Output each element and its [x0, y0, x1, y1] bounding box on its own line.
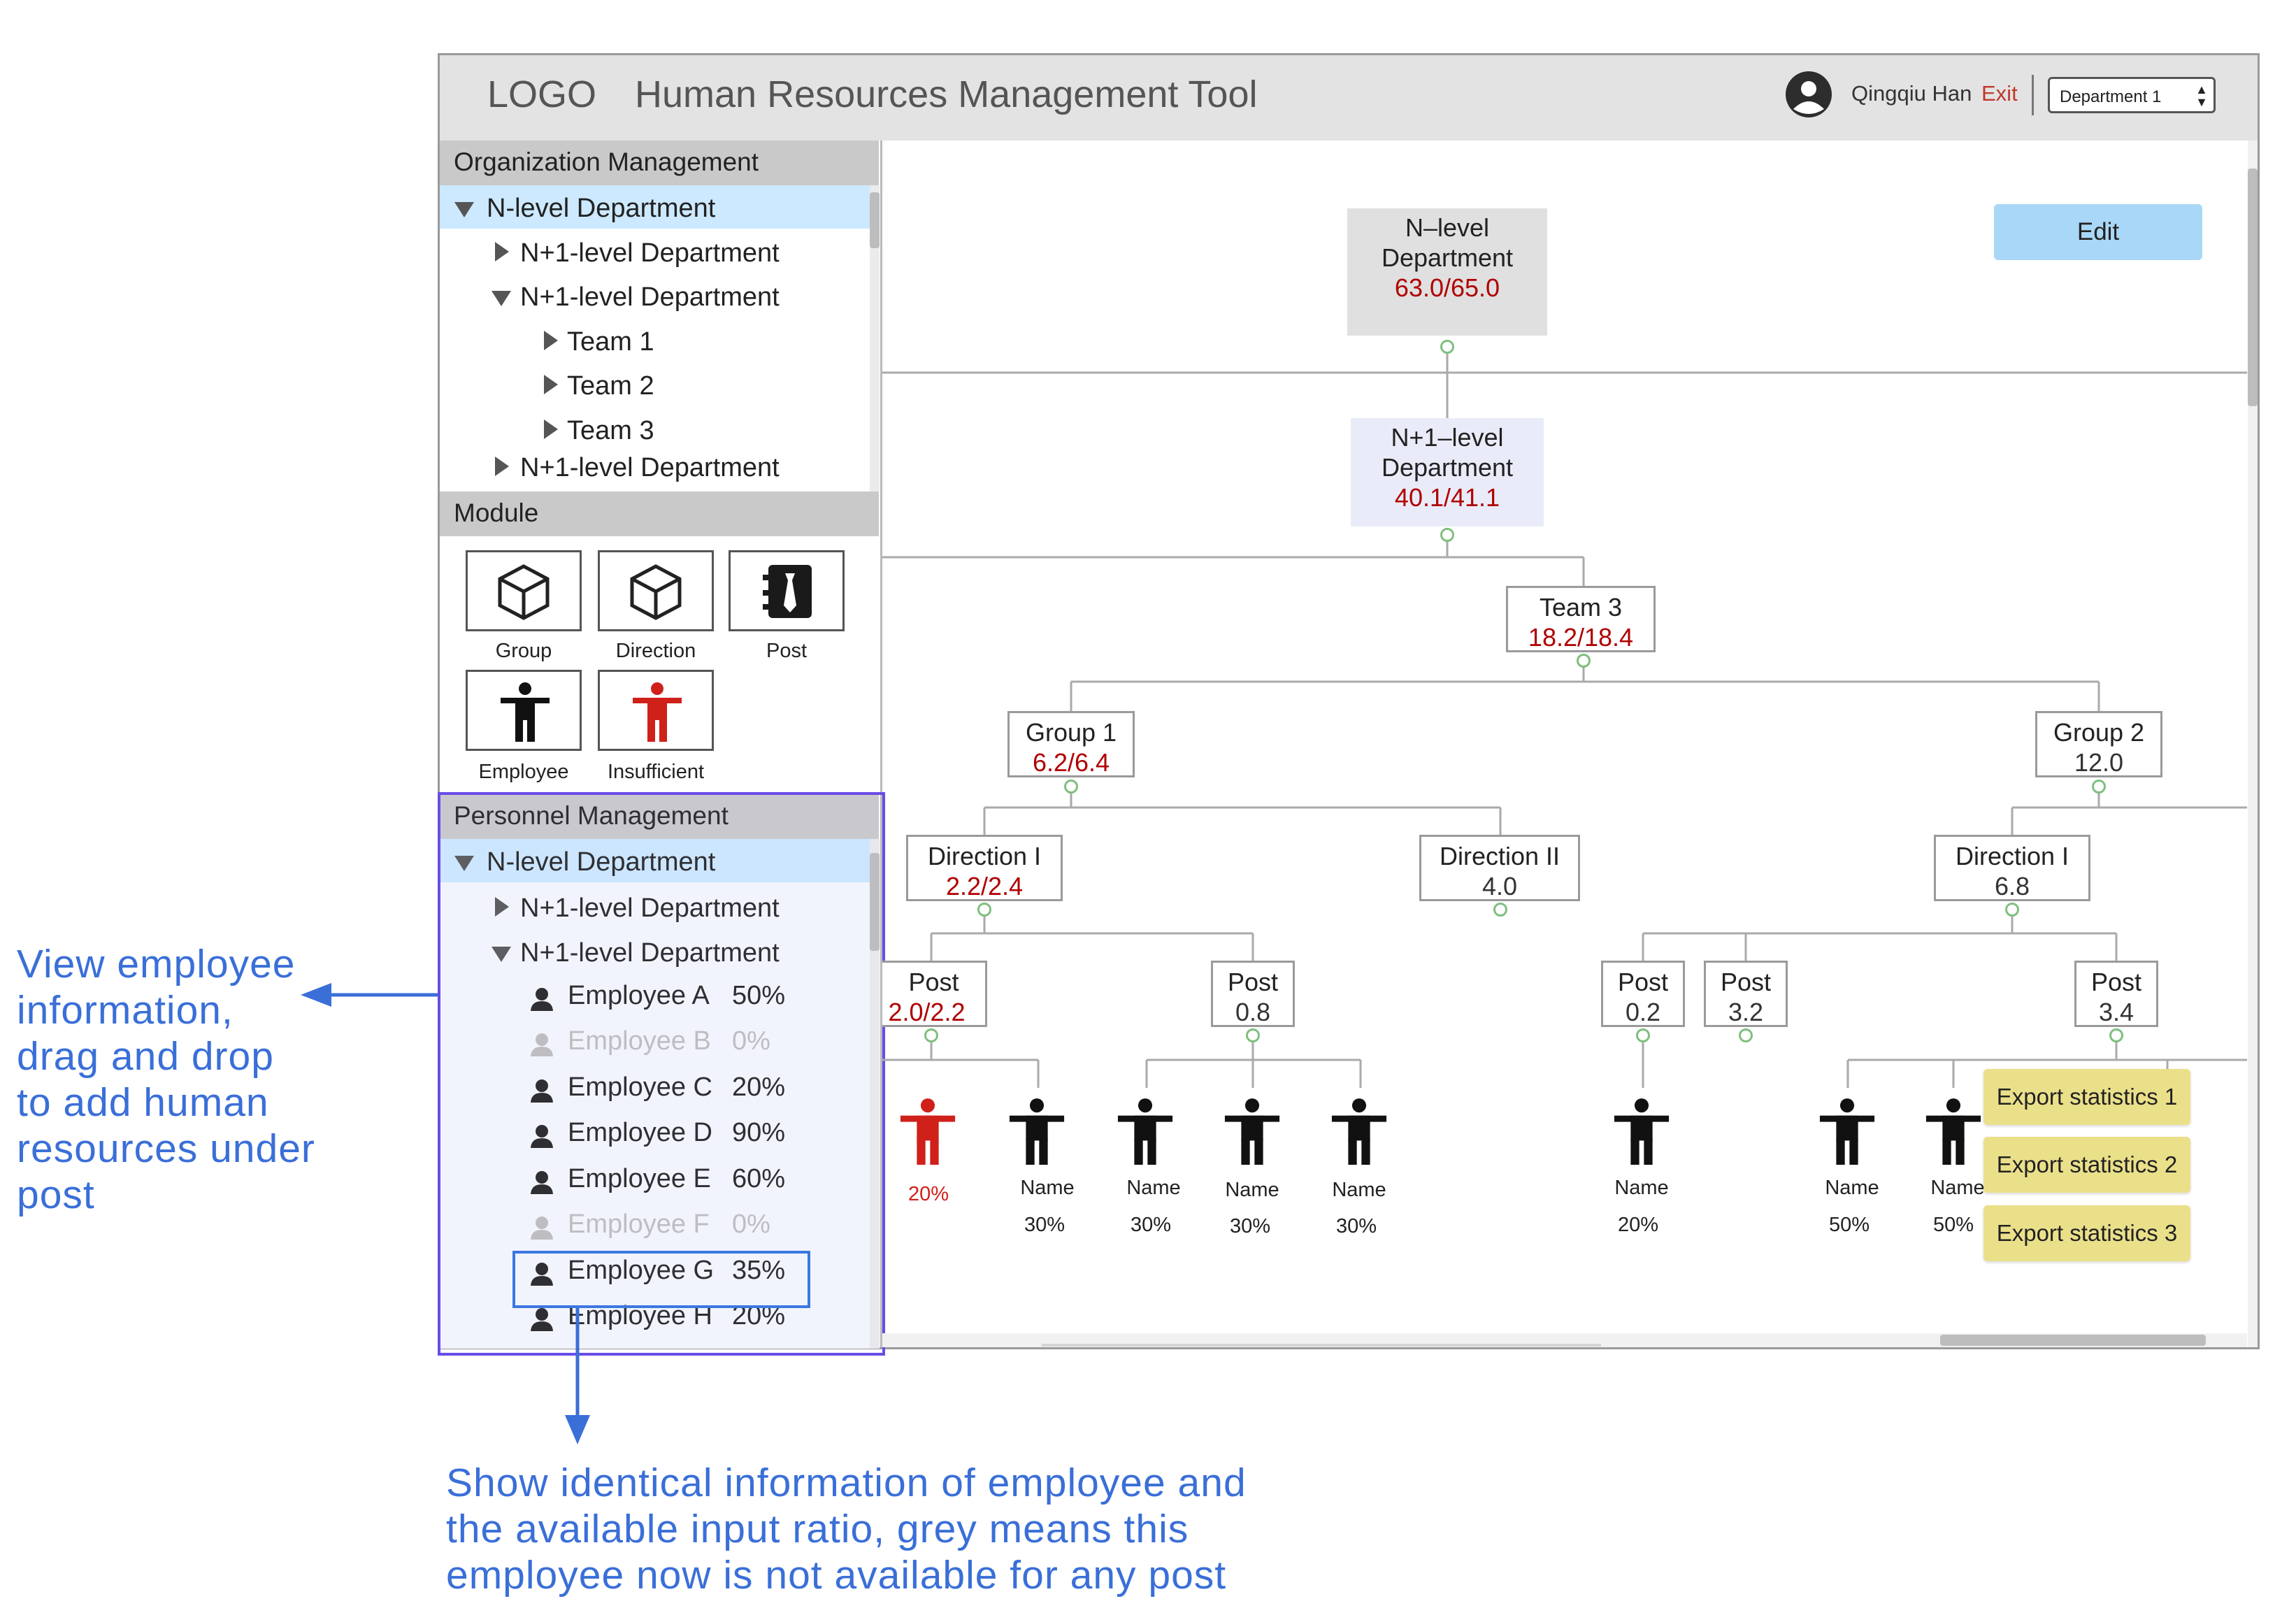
- arrow-left-icon: [301, 983, 331, 1007]
- arrow-down-icon: [565, 1415, 590, 1444]
- annotation-arrows: [301, 983, 590, 1444]
